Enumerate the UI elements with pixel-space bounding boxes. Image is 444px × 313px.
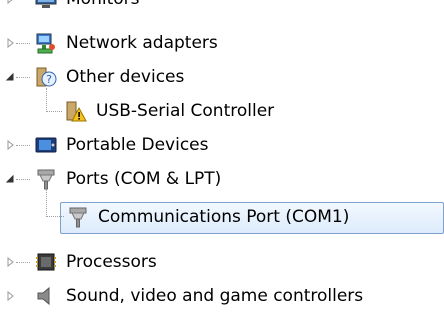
tree-guide-line: [16, 262, 30, 263]
tree-item-other-devices[interactable]: ? Other devices: [0, 60, 444, 94]
port-icon: [34, 167, 58, 191]
monitor-icon: [34, 0, 58, 11]
tree-guide-line: [46, 88, 47, 112]
tree-item-communications-port[interactable]: Communications Port (COM1): [0, 200, 444, 234]
tree-guide-line: [16, 179, 30, 180]
tree-item-network-adapters[interactable]: Network adapters: [0, 26, 444, 60]
expanded-arrow-icon[interactable]: [4, 173, 16, 185]
processor-icon: [34, 250, 58, 274]
network-adapter-icon: [34, 31, 58, 55]
unknown-device-icon: ?: [34, 65, 58, 89]
tree-guide-line: [46, 216, 64, 217]
collapsed-arrow-icon[interactable]: [4, 37, 16, 49]
tree-item-processors[interactable]: Processors: [0, 245, 444, 279]
collapsed-arrow-icon[interactable]: [4, 290, 16, 302]
tree-item-ports[interactable]: Ports (COM & LPT): [0, 162, 444, 196]
collapsed-arrow-icon[interactable]: [4, 139, 16, 151]
tree-guide-line: [46, 111, 62, 112]
svg-text:?: ?: [46, 73, 52, 86]
tree-guide-line: [16, 43, 30, 44]
tree-item-portable-devices[interactable]: Portable Devices: [0, 128, 444, 162]
collapsed-arrow-icon[interactable]: [4, 0, 16, 5]
tree-item-sound-video-game-controllers[interactable]: Sound, video and game controllers: [0, 279, 444, 313]
tree-item-label: Network adapters: [66, 33, 218, 53]
tree-item-monitors[interactable]: Monitors: [0, 0, 444, 16]
tree-item-label: Ports (COM & LPT): [66, 169, 222, 189]
tree-guide-line: [16, 77, 30, 78]
tree-item-label: Communications Port (COM1): [98, 207, 350, 227]
tree-item-label: Other devices: [66, 67, 185, 87]
device-tree[interactable]: Monitors Network adapters ? Other device…: [0, 0, 444, 306]
portable-device-icon: [34, 133, 58, 157]
tree-item-label: Processors: [66, 252, 157, 272]
sound-icon: [34, 284, 58, 308]
tree-item-label: Portable Devices: [66, 135, 209, 155]
tree-guide-line: [46, 190, 47, 217]
tree-item-label: USB-Serial Controller: [96, 101, 275, 121]
collapsed-arrow-icon[interactable]: [4, 256, 16, 268]
warning-device-icon: [64, 99, 88, 123]
tree-item-usb-serial-controller[interactable]: USB-Serial Controller: [0, 94, 444, 128]
port-icon: [66, 205, 90, 229]
tree-item-label: Monitors: [66, 0, 139, 10]
expanded-arrow-icon[interactable]: [4, 71, 16, 83]
tree-guide-line: [16, 145, 30, 146]
